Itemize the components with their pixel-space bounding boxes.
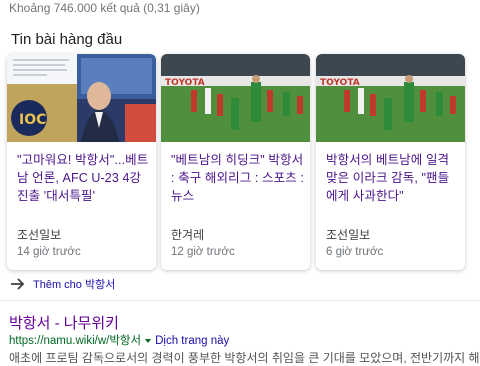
divider: [0, 300, 480, 301]
news-source: 조선일보: [17, 228, 62, 242]
search-result-title[interactable]: 박항서 - 나무위키: [9, 314, 119, 333]
news-card[interactable]: TOYOTA "베트남의 히딩크" 박항서 : 축구 해외리그 : 스포츠 : …: [161, 54, 310, 270]
more-news-link[interactable]: Thêm cho 박항서: [10, 275, 115, 293]
news-thumbnail-image: IOC: [7, 54, 156, 142]
news-time: 14 giờ trước: [17, 246, 81, 258]
search-result-url-row: https://namu.wiki/w/박항서 Dịch trang này: [9, 334, 229, 348]
news-thumbnail-image: TOYOTA: [161, 54, 310, 142]
news-card[interactable]: TOYOTA 박항서의 베트남에 일격 맞은 이라크 감독, "팬들에게 사과한…: [316, 54, 465, 270]
news-headline[interactable]: "베트남의 히딩크" 박항서 : 축구 해외리그 : 스포츠 : 뉴스: [171, 151, 305, 205]
news-headline[interactable]: 박항서의 베트남에 일격 맞은 이라크 감독, "팬들에게 사과한다": [326, 151, 460, 205]
news-thumbnail[interactable]: TOYOTA: [316, 54, 465, 142]
news-source: 한겨레: [171, 228, 205, 242]
news-headline[interactable]: "고마워요! 박항서"...베트남 언론, AFC U-23 4강 진출 '대서…: [17, 151, 151, 205]
translate-page-link[interactable]: Dịch trang này: [155, 334, 229, 348]
news-thumbnail[interactable]: IOC: [7, 54, 156, 142]
news-thumbnail-image: TOYOTA: [316, 54, 465, 142]
svg-text:IOC: IOC: [19, 112, 46, 128]
news-source: 조선일보: [326, 228, 371, 242]
more-news-label[interactable]: Thêm cho 박항서: [33, 276, 115, 292]
news-thumbnail[interactable]: TOYOTA: [161, 54, 310, 142]
result-stats: Khoảng 746.000 kết quả (0,31 giây): [9, 1, 200, 15]
caret-down-icon[interactable]: [145, 339, 152, 343]
top-stories-carousel: IOC "고마워요! 박항서"...베트남 언론, AFC U-23 4강 진출…: [0, 54, 480, 272]
search-result-snippet: 애초에 프로팀 감독으로서의 경력이 풍부한 박항서의 취임을 큰 기대를 모았…: [9, 351, 479, 365]
arrow-right-icon: [11, 278, 25, 290]
news-time: 12 giờ trước: [171, 246, 235, 258]
news-card[interactable]: IOC "고마워요! 박항서"...베트남 언론, AFC U-23 4강 진출…: [7, 54, 156, 270]
top-stories-title: Tin bài hàng đầu: [11, 31, 123, 48]
search-result-url[interactable]: https://namu.wiki/w/박항서: [9, 334, 141, 348]
news-time: 6 giờ trước: [326, 246, 384, 258]
